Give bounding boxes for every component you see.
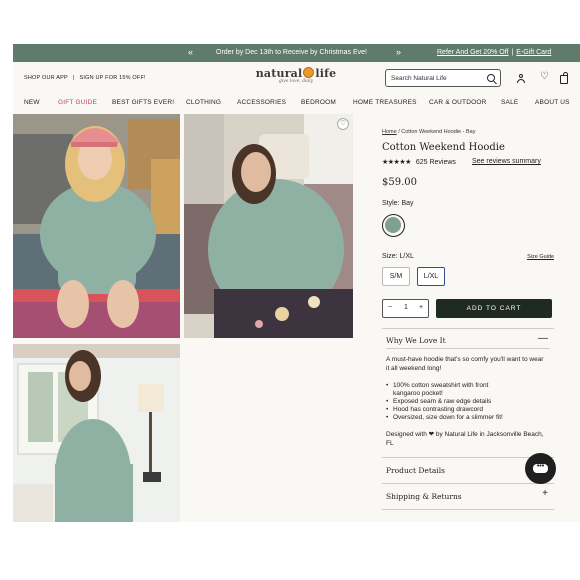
chat-bubble-icon: ••• — [533, 463, 548, 473]
list-item: Hood has contrasting drawcord — [386, 406, 483, 414]
favorite-heart-icon[interactable]: ♡ — [337, 118, 349, 130]
cart-bag-icon[interactable] — [560, 72, 568, 84]
nav-item-car-outdoor[interactable]: CAR & OUTDOOR — [429, 99, 487, 106]
nav-item-sale[interactable]: SALE — [501, 99, 518, 106]
size-label: Size: L/XL — [382, 253, 414, 260]
promo-separator: | — [511, 49, 514, 56]
header-left-links: SHOP OUR APP | SIGN UP FOR 15% OFF! — [24, 75, 146, 81]
divider — [382, 328, 554, 329]
product-description: A must-have hoodie that's so comfy you'l… — [386, 356, 544, 372]
search-box — [385, 69, 501, 87]
promo-prev-arrow[interactable]: « — [188, 47, 193, 57]
divider — [382, 509, 554, 510]
designed-by-note: Designed with ❤ by Natural Life in Jacks… — [386, 431, 544, 447]
nav-item-new[interactable]: NEW — [24, 99, 40, 106]
search-input[interactable] — [391, 73, 481, 84]
list-item: Exposed seam & raw edge details — [386, 398, 491, 406]
breadcrumb-home-link[interactable]: Home — [382, 129, 397, 135]
account-icon[interactable] — [516, 74, 525, 83]
main-nav: NEW GIFT GUIDE BEST GIFTS EVER! CLOTHING… — [13, 99, 580, 111]
nav-item-about-us[interactable]: ABOUT US — [535, 99, 570, 106]
promo-bar: « Order by Dec 13th to Receive by Christ… — [13, 44, 580, 62]
breadcrumb-separator: / — [398, 129, 400, 135]
divider — [382, 483, 554, 484]
nav-item-gift-guide[interactable]: GIFT GUIDE — [58, 99, 97, 106]
search-icon[interactable] — [487, 74, 495, 82]
refer-link[interactable]: Refer And Get 20% Off — [437, 49, 508, 56]
product-title: Cotton Weekend Hoodie — [382, 142, 505, 153]
product-image-1[interactable] — [13, 114, 180, 338]
quantity-increase-button[interactable]: + — [419, 304, 423, 311]
quantity-value[interactable]: 1 — [404, 304, 408, 311]
breadcrumb: Home / Cotton Weekend Hoodie - Bay — [382, 129, 475, 135]
rating-stars-icon[interactable]: ★★★★★ — [382, 159, 411, 166]
breadcrumb-current: Cotton Weekend Hoodie - Bay — [401, 129, 476, 135]
site-logo[interactable]: natural life give love, daily — [251, 67, 341, 93]
nav-item-clothing[interactable]: CLOTHING — [186, 99, 221, 106]
product-image-2[interactable]: ♡ — [184, 114, 353, 338]
quantity-decrease-button[interactable]: − — [388, 304, 392, 311]
size-option-lxl[interactable]: L/XL — [417, 267, 445, 286]
header-separator: | — [72, 75, 75, 81]
nav-item-accessories[interactable]: ACCESSORIES — [237, 99, 286, 106]
color-swatch-bay[interactable] — [382, 214, 405, 237]
shipping-returns-accordion[interactable]: Shipping & Returns — [386, 492, 462, 501]
list-item: 100% cotton sweatshirt with front kangar… — [386, 382, 506, 398]
divider — [386, 348, 550, 349]
promo-links: Refer And Get 20% Off | E-Gift Card — [437, 49, 551, 56]
rating-row: ★★★★★ 625 Reviews See reviews summary — [382, 158, 554, 166]
page-frame: « Order by Dec 13th to Receive by Christ… — [13, 44, 580, 522]
promo-message: Order by Dec 13th to Receive by Christma… — [216, 49, 367, 56]
shipping-returns-plus-icon[interactable]: + — [542, 488, 548, 499]
nav-item-home-treasures[interactable]: HOME TREASURES — [353, 99, 417, 106]
size-guide-link[interactable]: Size Guide — [527, 254, 554, 260]
egift-link[interactable]: E-Gift Card — [516, 49, 551, 56]
site-header: SHOP OUR APP | SIGN UP FOR 15% OFF! natura… — [13, 62, 580, 94]
list-item: Oversized, size down for a slimmer fit! — [386, 414, 503, 422]
style-label: Style: Bay — [382, 200, 414, 207]
nav-item-bedroom[interactable]: BEDROOM — [301, 99, 336, 106]
quantity-stepper: − 1 + — [382, 299, 429, 318]
promo-next-arrow[interactable]: » — [396, 47, 401, 57]
sun-logo-icon — [303, 67, 315, 78]
product-price: $59.00 — [382, 177, 417, 188]
wishlist-heart-icon[interactable]: ♡ — [540, 72, 549, 82]
add-to-cart-button[interactable]: ADD TO CART — [436, 299, 552, 318]
review-count[interactable]: 625 Reviews — [416, 159, 456, 166]
why-we-love-it-collapse-icon[interactable]: — — [538, 333, 548, 344]
chat-button[interactable]: ••• — [525, 453, 556, 484]
product-details-accordion[interactable]: Product Details — [386, 466, 445, 475]
product-image-3[interactable] — [13, 344, 180, 522]
nav-item-best-gifts[interactable]: BEST GIFTS EVER! — [112, 99, 174, 106]
shop-app-link[interactable]: SHOP OUR APP — [24, 75, 68, 81]
size-option-sm[interactable]: S/M — [382, 267, 410, 286]
signup-link[interactable]: SIGN UP FOR 15% OFF! — [80, 75, 146, 81]
logo-word-right: life — [315, 67, 337, 80]
see-reviews-summary-link[interactable]: See reviews summary — [472, 158, 541, 165]
why-we-love-it-heading[interactable]: Why We Love It — [386, 336, 446, 345]
